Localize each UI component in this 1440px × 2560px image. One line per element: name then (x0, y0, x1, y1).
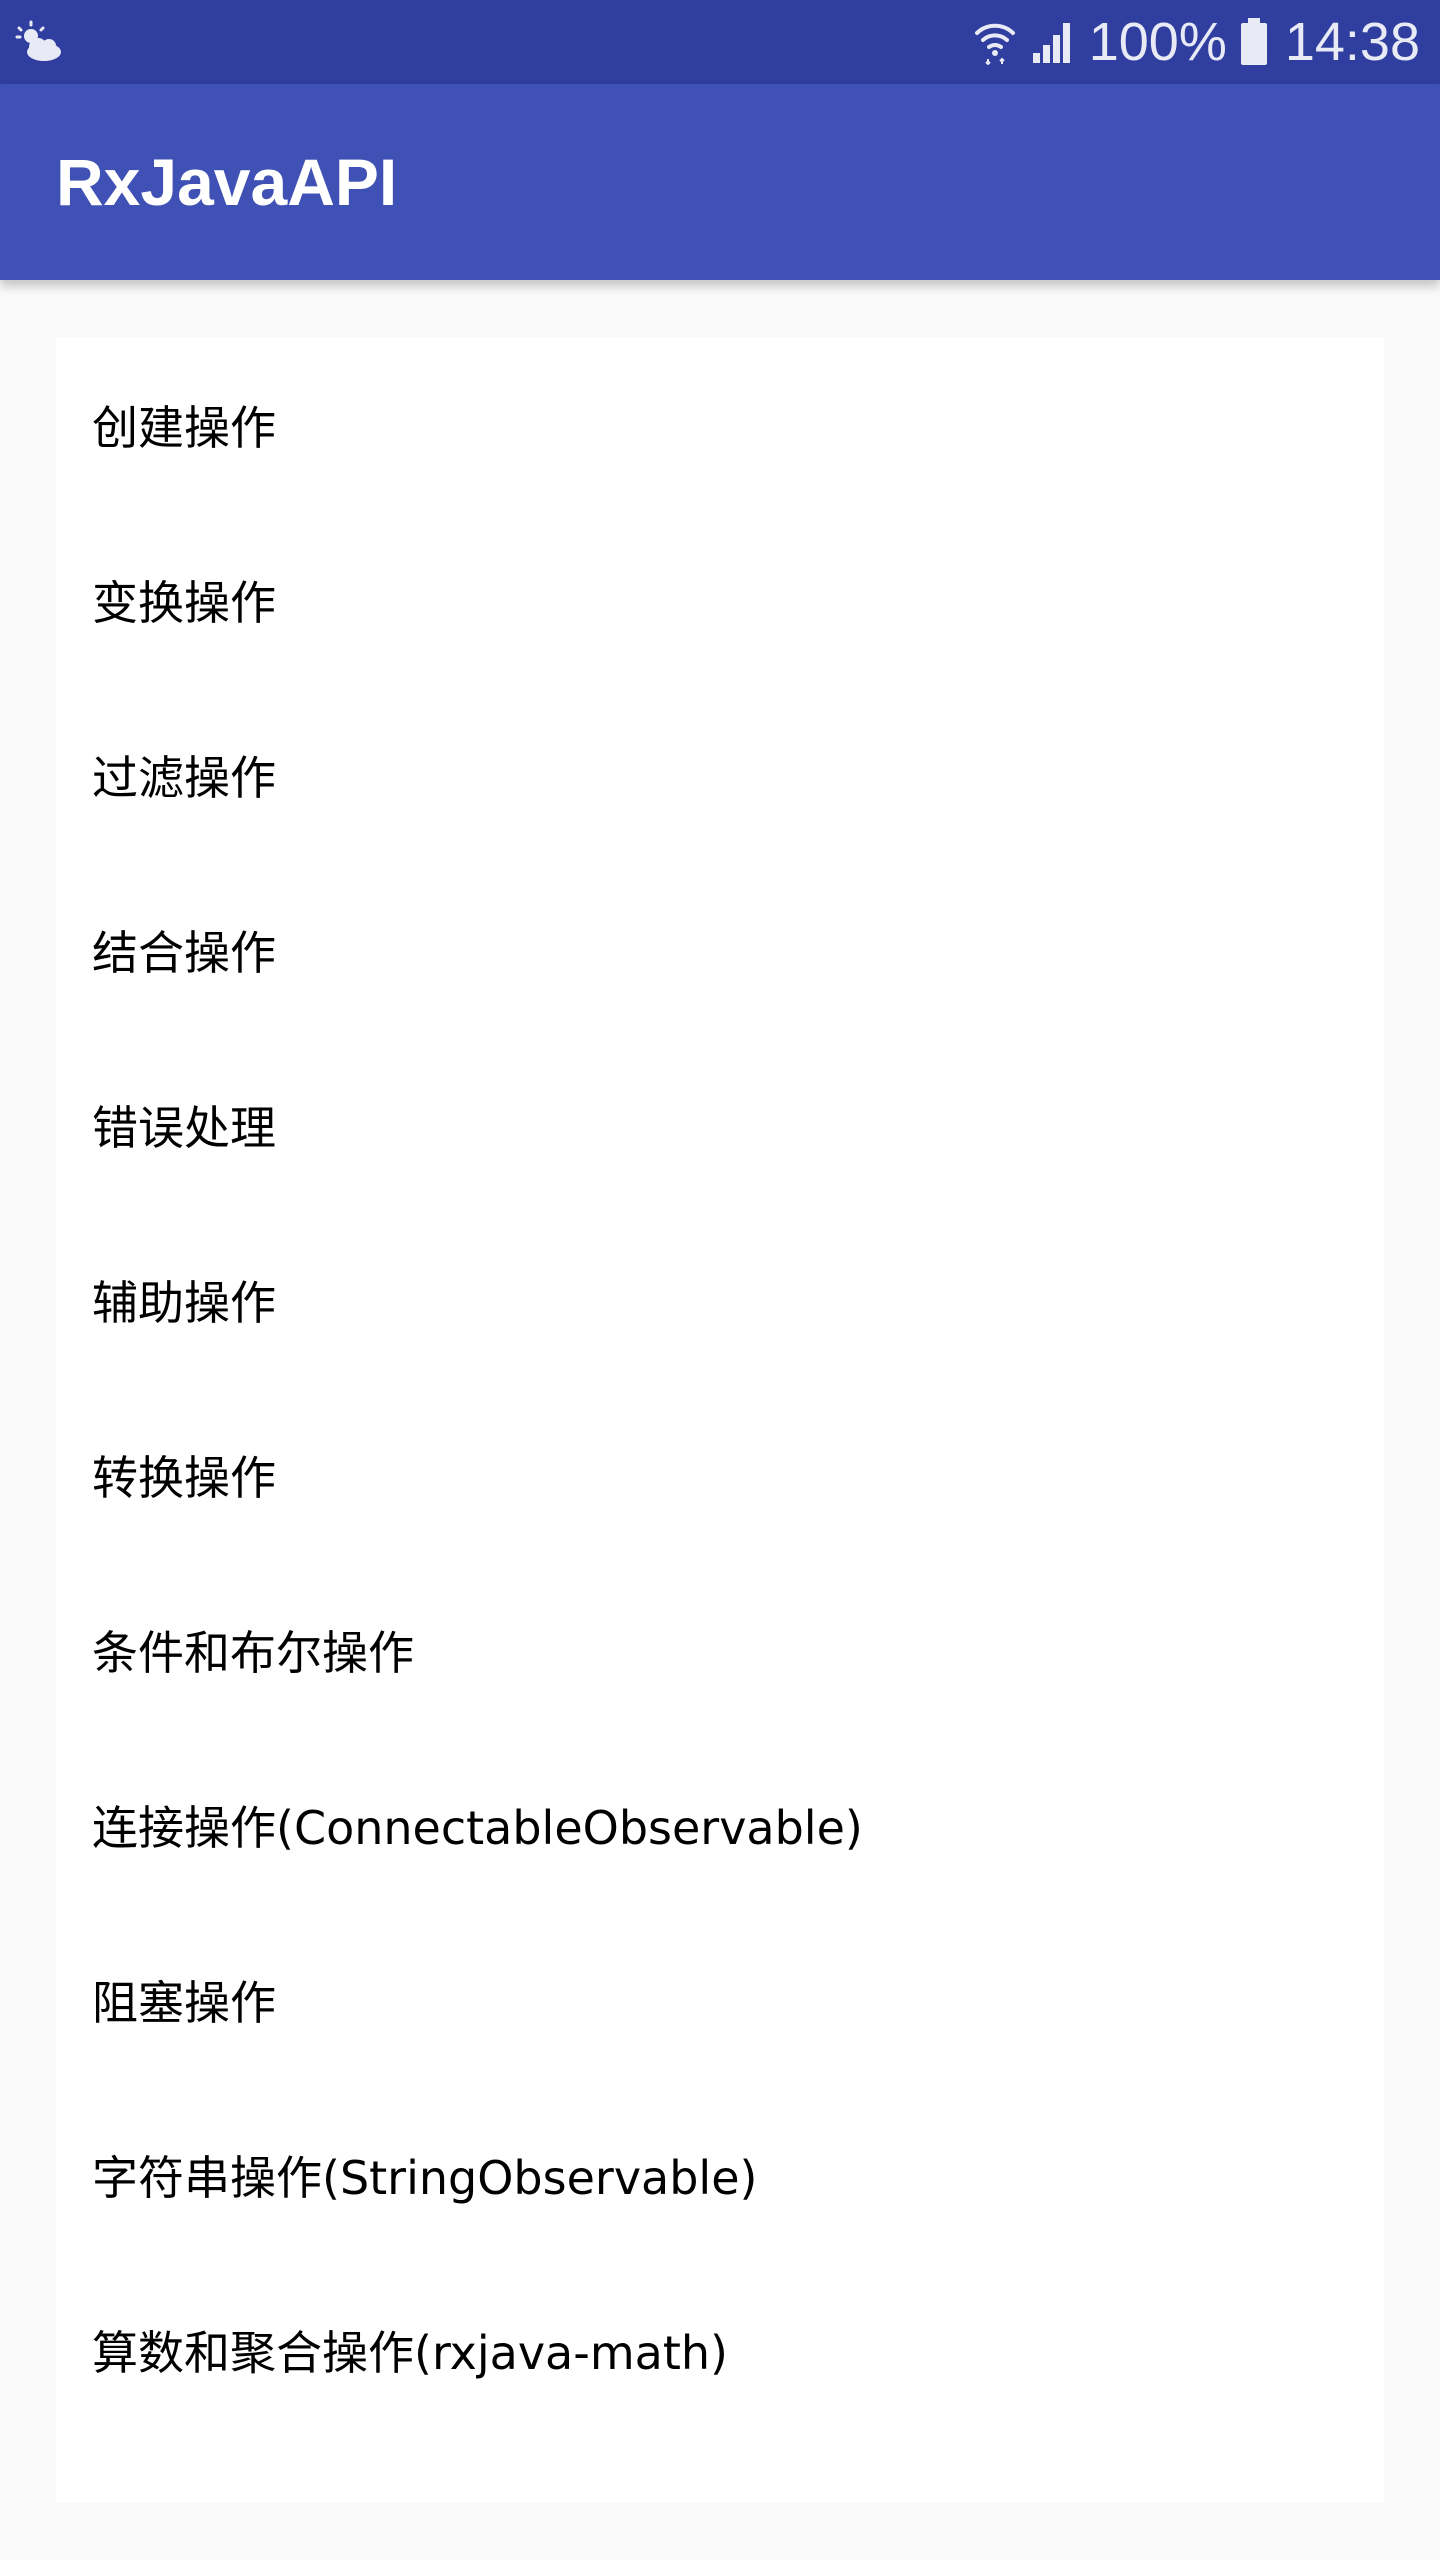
list-item-conditional-boolean[interactable]: 条件和布尔操作 (56, 1562, 1384, 1737)
list-item-create[interactable]: 创建操作 (56, 337, 1384, 512)
list-item-math[interactable]: 算数和聚合操作(rxjava-math) (56, 2262, 1384, 2437)
operator-list-card: 创建操作 变换操作 过滤操作 结合操作 错误处理 辅助操作 转换操作 条件和布尔… (56, 337, 1384, 2503)
weather-partly-cloudy-icon (15, 20, 61, 61)
battery-percent: 100% (1088, 12, 1227, 72)
list-item-conversion[interactable]: 转换操作 (56, 1387, 1384, 1562)
operator-list: 创建操作 变换操作 过滤操作 结合操作 错误处理 辅助操作 转换操作 条件和布尔… (56, 337, 1384, 2437)
list-item-string[interactable]: 字符串操作(StringObservable) (56, 2087, 1384, 2262)
list-item-blocking[interactable]: 阻塞操作 (56, 1912, 1384, 2087)
battery-icon (1240, 18, 1267, 65)
list-item-transform[interactable]: 变换操作 (56, 512, 1384, 687)
list-item-utility[interactable]: 辅助操作 (56, 1212, 1384, 1387)
app-title: RxJavaAPI (56, 145, 398, 219)
list-item-filter[interactable]: 过滤操作 (56, 687, 1384, 862)
list-item-error-handling[interactable]: 错误处理 (56, 1037, 1384, 1212)
cell-signal-icon (1032, 23, 1070, 63)
app-bar: RxJavaAPI (0, 84, 1440, 280)
wifi-icon (974, 23, 1015, 65)
status-bar: 100% 14:38 (0, 0, 1440, 84)
list-item-combine[interactable]: 结合操作 (56, 862, 1384, 1037)
list-item-connectable[interactable]: 连接操作(ConnectableObservable) (56, 1737, 1384, 1912)
clock: 14:38 (1284, 12, 1420, 72)
